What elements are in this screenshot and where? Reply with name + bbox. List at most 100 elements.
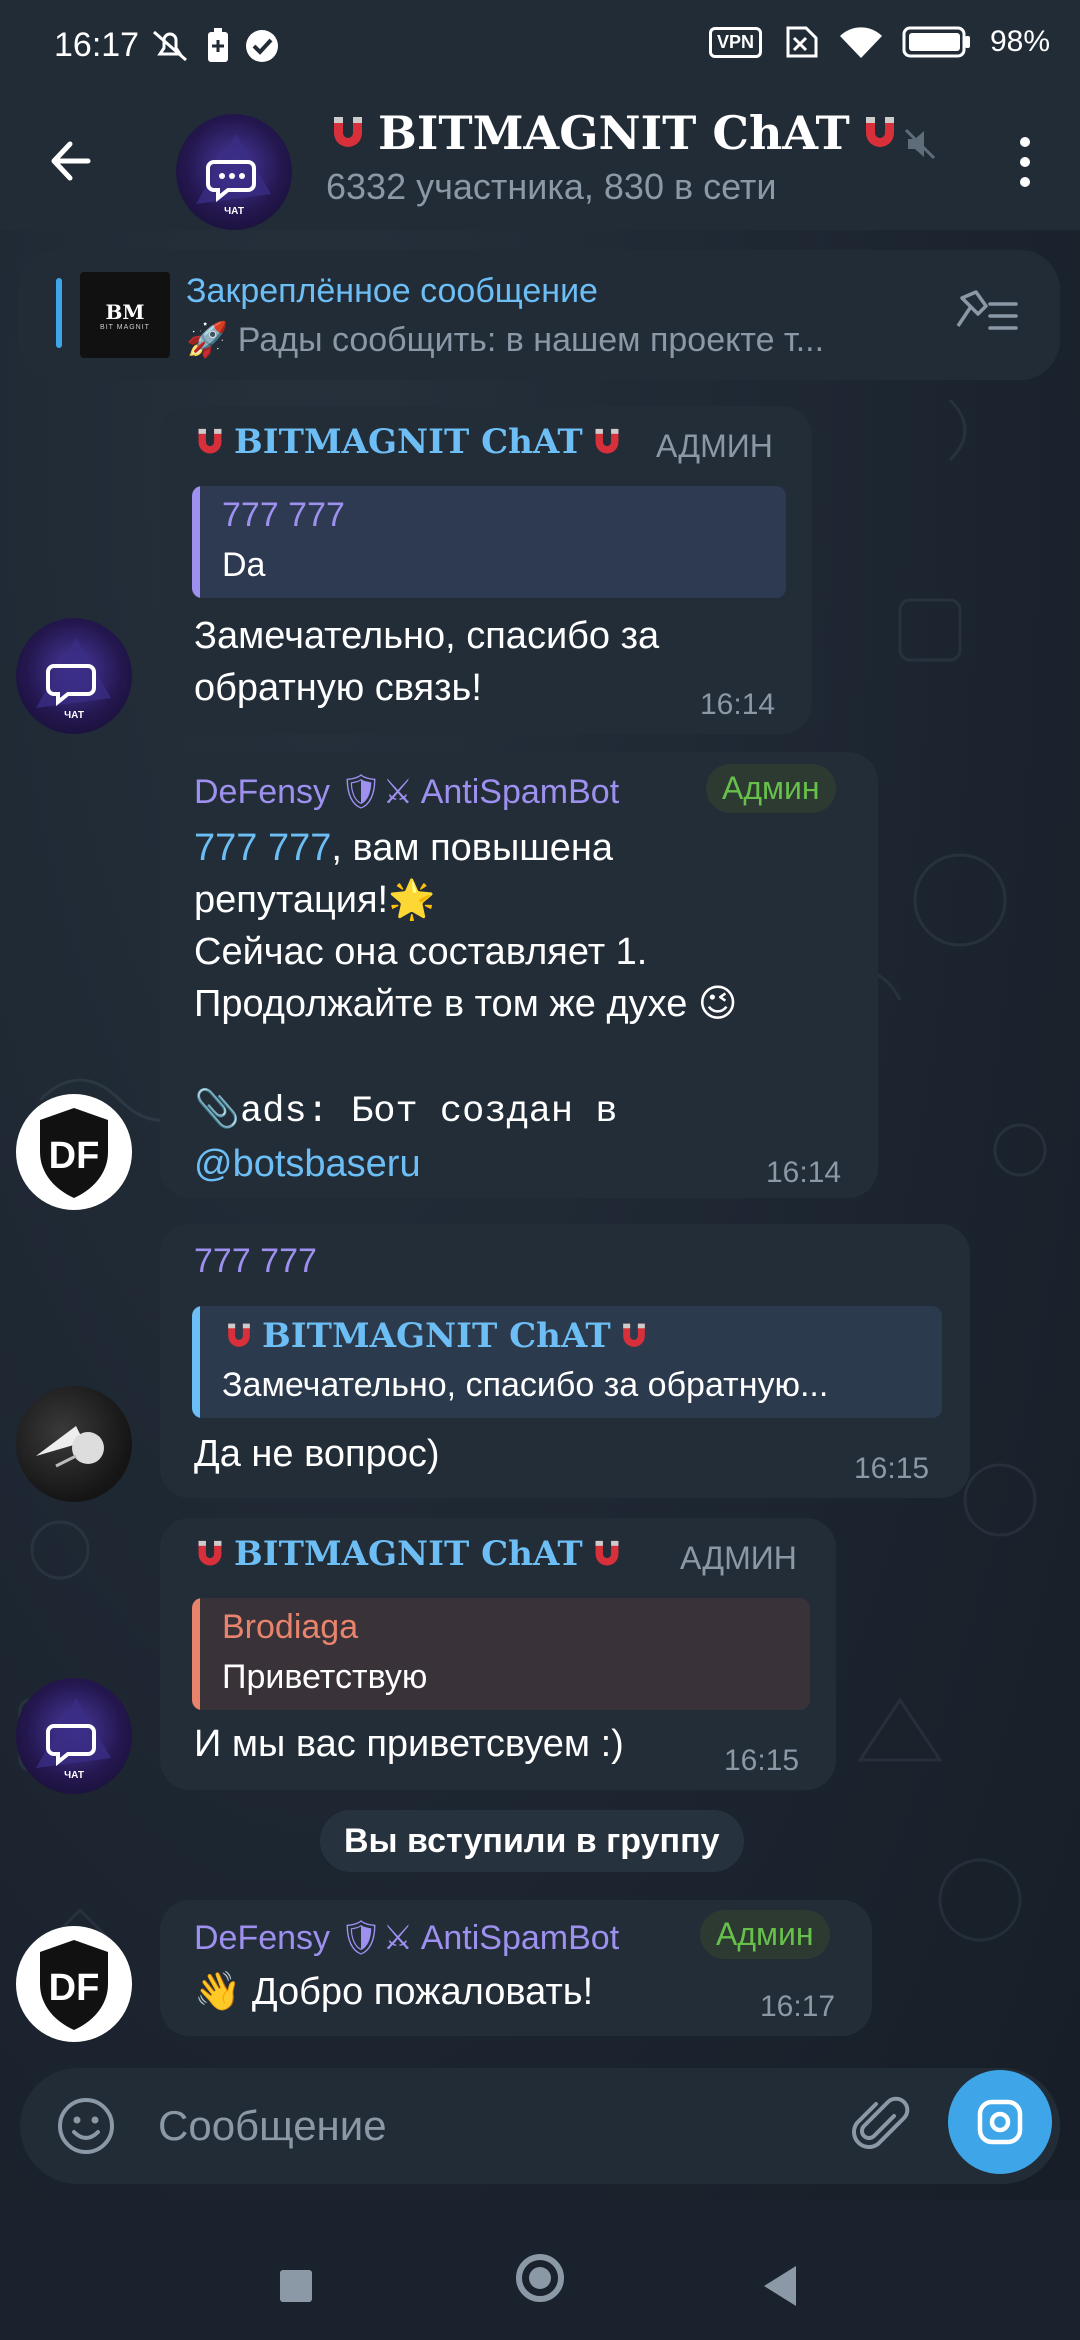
reply-bar [192, 486, 200, 598]
magnet-icon [595, 1540, 619, 1566]
camera-icon [977, 2099, 1023, 2145]
message-sender: DeFensy 🛡⚔ AntiSpamBot [194, 773, 620, 811]
welcome-chat-logo-icon: ЧАТ [36, 638, 111, 721]
message-sender: DeFensy 🛡⚔ AntiSpamBot [194, 1919, 620, 1957]
message-bubble[interactable]: 777 777 BITMAGNIT ChAT Замечательно, спа… [160, 1224, 970, 1498]
pinned-thumb-sub: BIT MAGNIT [100, 323, 150, 331]
reply-author: 777 777 [222, 496, 345, 534]
wifi-icon [839, 27, 882, 58]
ads-line: 📎ads: Бот создан в [194, 1091, 618, 1133]
message-sender: 777 777 [194, 1242, 317, 1280]
more-options-button[interactable] [1010, 132, 1040, 192]
svg-text:ЧАТ: ЧАТ [64, 1770, 84, 1781]
message-text: Замечательно, спасибо за обратную связь! [194, 615, 660, 709]
reply-author-name: BITMAGNIT ChAT [262, 1316, 611, 1356]
admin-label: АДМИН [656, 428, 773, 464]
sender-avatar[interactable] [16, 1386, 132, 1502]
sender-name: BITMAGNIT ChAT [234, 422, 583, 462]
reply-text: Da [222, 546, 266, 584]
system-back-button[interactable] [764, 2266, 796, 2306]
battery-percent: 98% [989, 25, 1050, 58]
message-time: 16:14 [700, 688, 776, 721]
sender-name: BITMAGNIT ChAT [234, 1534, 583, 1574]
admin-badge: Админ [700, 1910, 830, 1959]
sender-avatar[interactable]: ЧАТ [16, 618, 132, 734]
home-button[interactable] [516, 2254, 564, 2302]
emoji-button[interactable] [54, 2094, 118, 2158]
user-mention[interactable]: 777 777 [194, 827, 331, 869]
magnet-icon [622, 1323, 645, 1347]
chat-header: ЧАТ BITMAGNIT ChAT 6332 участника, 830 в… [0, 96, 1080, 230]
reply-preview[interactable]: 777 777 Da [192, 486, 786, 598]
magnet-icon [595, 428, 619, 454]
muted-icon [904, 128, 936, 160]
message-sender: BITMAGNIT ChAT [192, 1534, 625, 1574]
chat-member-count: 6332 участника, 830 в сети [326, 166, 777, 207]
reply-preview[interactable]: BITMAGNIT ChAT Замечательно, спасибо за … [192, 1306, 942, 1418]
check-circle-icon [246, 30, 278, 62]
back-button[interactable] [40, 126, 110, 196]
pinned-list-button[interactable] [952, 286, 1022, 346]
message-bubble[interactable]: DeFensy 🛡⚔ AntiSpamBot Админ 👋 Добро пож… [160, 1900, 872, 2036]
ads-link[interactable]: @botsbaseru [194, 1138, 421, 1190]
reply-text: Замечательно, спасибо за обратную... [222, 1366, 829, 1404]
admin-badge: Админ [706, 764, 836, 813]
message-text: 👋 Добро пожаловать! [194, 1971, 594, 2013]
message-bubble[interactable]: BITMAGNIT ChAT АДМИН Brodiaga Приветству… [160, 1518, 836, 1790]
message-text: Да не вопрос) [194, 1433, 440, 1475]
status-bar: 16:17 VPN 98% [0, 0, 1080, 96]
message-composer [20, 2068, 1060, 2184]
message-text: 777 777, вам повышена репутация!🌟 Сейчас… [194, 822, 854, 1030]
message-time: 16:15 [854, 1452, 930, 1485]
reply-preview[interactable]: Brodiaga Приветствую [192, 1598, 810, 1710]
recent-apps-button[interactable] [280, 2270, 312, 2302]
pinned-indicator [56, 278, 62, 348]
status-system-icons: VPN 98% [708, 24, 1050, 60]
status-notification-icons [148, 26, 280, 66]
chat-avatar[interactable]: ЧАТ [176, 114, 292, 230]
magnet-icon [198, 428, 222, 454]
message-time: 16:17 [760, 1990, 836, 2023]
status-time: 16:17 [54, 26, 140, 64]
svg-text:ЧАТ: ЧАТ [64, 710, 84, 721]
message-time: 16:14 [766, 1156, 842, 1189]
service-message: Вы вступили в группу [320, 1810, 744, 1872]
welcome-chat-logo-icon: ЧАТ [196, 134, 271, 217]
battery-saver-icon [208, 28, 228, 62]
chat-title-text: BITMAGNIT ChAT [378, 106, 850, 160]
message-bubble[interactable]: BITMAGNIT ChAT АДМИН 777 777 Da Замечате… [160, 406, 812, 734]
message-sender: BITMAGNIT ChAT [192, 422, 625, 462]
magnet-icon [228, 1323, 250, 1347]
message-input[interactable] [158, 2068, 838, 2184]
pinned-message-bar[interactable]: BM BIT MAGNIT Закреплённое сообщение 🚀 Р… [18, 250, 1060, 380]
message-bubble[interactable]: DeFensy 🛡⚔ AntiSpamBot Админ 777 777, ва… [160, 752, 878, 1198]
battery-icon [902, 26, 970, 58]
pinned-thumbnail: BM BIT MAGNIT [80, 272, 170, 358]
camera-button[interactable] [948, 2070, 1052, 2174]
sender-avatar[interactable]: DF [16, 1926, 132, 2042]
reply-bar [192, 1306, 200, 1418]
message-time: 16:15 [724, 1744, 800, 1777]
magnet-icon [865, 117, 894, 147]
pinned-preview: 🚀 Рады сообщить: в нашем проекте т... [186, 321, 825, 359]
reply-text: Приветствую [222, 1658, 428, 1696]
message-text: И мы вас приветсвуем :) [194, 1723, 624, 1765]
svg-text:DF: DF [49, 1967, 100, 2009]
chat-title[interactable]: BITMAGNIT ChAT [326, 106, 902, 160]
svg-text:DF: DF [49, 1135, 100, 1177]
reply-author: BITMAGNIT ChAT [222, 1316, 651, 1356]
chat-screen: 16:17 VPN 98% ЧАТ BITMAGNIT ChAT 6332 уч… [0, 0, 1080, 2340]
pinned-thumb-logo: BM [105, 299, 145, 324]
defensy-logo-icon: DF [40, 1108, 108, 1198]
shuttlecock-avatar-icon [36, 1426, 104, 1468]
welcome-chat-logo-icon: ЧАТ [36, 1698, 111, 1781]
magnet-icon [334, 117, 362, 147]
pinned-title: Закреплённое сообщение [186, 272, 598, 310]
sender-avatar[interactable]: ЧАТ [16, 1678, 132, 1794]
admin-label: АДМИН [680, 1540, 797, 1576]
sender-avatar[interactable]: DF [16, 1094, 132, 1210]
reply-bar [192, 1598, 200, 1710]
attach-icon[interactable] [850, 2094, 914, 2158]
no-sim-icon [786, 26, 818, 58]
magnet-icon [198, 1540, 222, 1566]
